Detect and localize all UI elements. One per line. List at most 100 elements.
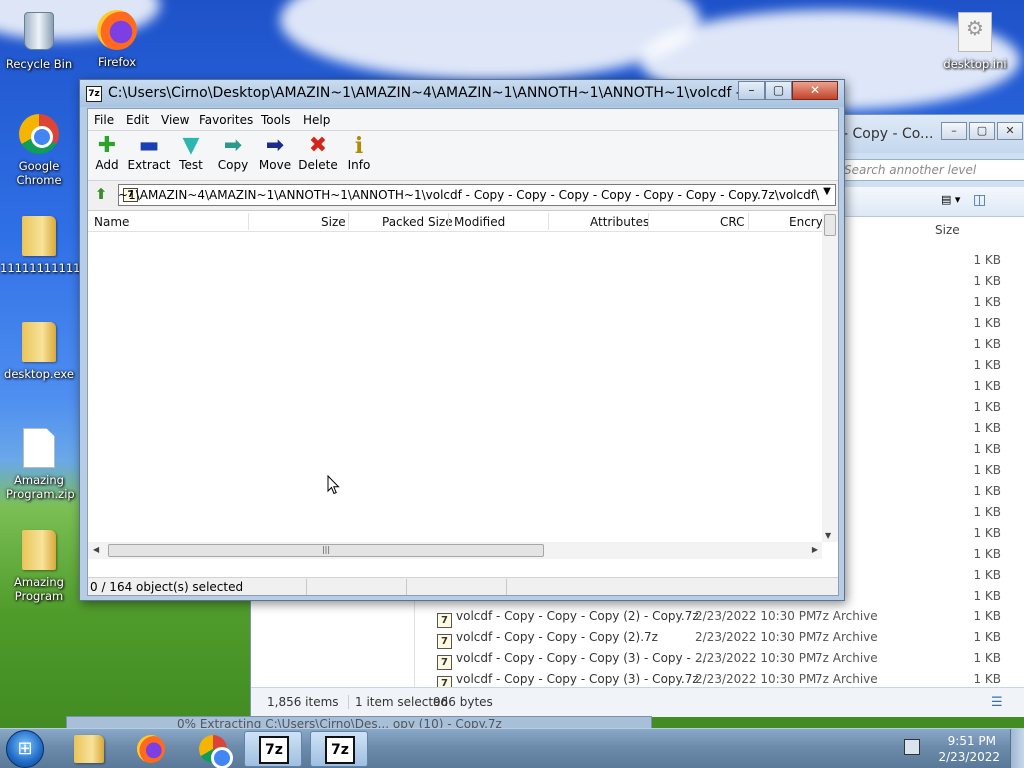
7zip-icon: 7z	[259, 736, 289, 764]
minimize-button[interactable]: –	[738, 81, 765, 100]
desktop-icon-desktop-ini[interactable]: desktop.ini	[936, 12, 1014, 71]
up-folder-icon[interactable]: ⬆	[91, 185, 111, 205]
file-name: 7 volcdf - Copy - Copy - Copy (3) - Copy …	[437, 651, 706, 670]
file-type: 7z Archive	[815, 609, 878, 623]
info-label: Info	[347, 158, 371, 172]
taskbar-firefox[interactable]	[122, 731, 180, 767]
file-name: 7 volcdf - Copy - Copy - Copy (2).7z	[437, 630, 658, 649]
column-header-crc[interactable]: CRC	[720, 215, 745, 229]
vertical-scrollbar[interactable]: ▼	[822, 211, 838, 542]
horizontal-scroll-thumb[interactable]: |||	[108, 544, 544, 557]
column-header-size[interactable]: Size	[935, 223, 960, 237]
chrome-icon	[18, 114, 60, 156]
file-size: 1 KB	[973, 442, 1001, 456]
menu-help[interactable]: Help	[303, 113, 330, 127]
scroll-left-arrow-icon[interactable]: ◀	[93, 545, 99, 554]
menubar: File Edit View Favorites Tools Help	[88, 109, 838, 131]
start-button[interactable]: ⊞	[6, 730, 44, 768]
extract-button[interactable]: ▬ Extract	[127, 134, 171, 178]
status-item-count: 1,856 items	[267, 695, 339, 709]
file-size: 1 KB	[973, 589, 1001, 603]
details-view-icon[interactable]: ☰	[991, 695, 1003, 710]
folder-icon	[18, 216, 60, 258]
7zip-app-icon[interactable]: 7z	[86, 86, 102, 102]
move-button[interactable]: ➡ Move	[253, 134, 297, 178]
menu-view[interactable]: View	[161, 113, 189, 127]
file-name-text: volcdf - Copy - Copy - Copy (3) - Copy.7…	[456, 672, 699, 686]
preview-pane-icon[interactable]: ◫	[973, 192, 986, 208]
column-header-name[interactable]: Name	[94, 215, 129, 229]
file-name-text: volcdf - Copy - Copy - Copy (2) - Copy.7…	[456, 609, 699, 623]
move-icon: ➡	[265, 133, 285, 158]
file-row[interactable]: 7 volcdf - Copy - Copy - Copy (2).7z 2/23/…	[433, 627, 1003, 649]
file-name: 7 volcdf - Copy - Copy - Copy (2) - Copy.…	[437, 609, 699, 628]
desktop-icon-desktop-exe[interactable]: desktop.exe	[0, 322, 78, 381]
desktop-icon-folder-1111[interactable]: 11111111111...	[0, 216, 92, 275]
file-row[interactable]: 7 volcdf - Copy - Copy - Copy (3) - Copy …	[433, 648, 1003, 670]
taskbar-7zip-2[interactable]: 7z	[310, 731, 368, 767]
close-button[interactable]: ✕	[792, 81, 838, 100]
column-header-modified[interactable]: Modified	[454, 215, 505, 229]
file-date: 2/23/2022 10:30 PM	[695, 672, 817, 686]
file-size: 1 KB	[973, 400, 1001, 414]
horizontal-scrollbar[interactable]: ◀ ||| ▶	[88, 542, 822, 559]
taskbar-chrome[interactable]	[184, 731, 242, 768]
desktop-icon-recycle-bin[interactable]: Recycle Bin	[0, 10, 78, 71]
chevron-down-icon[interactable]: ▼	[821, 186, 833, 197]
column-header-attributes[interactable]: Attributes	[590, 215, 649, 229]
extract-label: Extract	[127, 158, 171, 172]
taskbar-explorer[interactable]	[60, 731, 118, 767]
scroll-right-arrow-icon[interactable]: ▶	[812, 545, 818, 554]
show-desktop-button[interactable]	[1010, 729, 1024, 768]
desktop-icon-label: desktop.exe	[4, 367, 74, 381]
delete-icon: ✖	[308, 133, 328, 158]
desktop-icon-amazing-program-zip[interactable]: Amazing Program.zip	[0, 428, 78, 501]
file-list[interactable]: Name Size Packed Size Modified Attribute…	[88, 210, 838, 577]
address-bar[interactable]: 7 ZIN~1\AMAZIN~4\AMAZIN~1\ANNOTH~1\ANNOT…	[118, 184, 836, 206]
column-header-encrypted[interactable]: Encry	[789, 215, 823, 229]
copy-button[interactable]: ➡ Copy	[211, 134, 255, 178]
menu-tools[interactable]: Tools	[261, 113, 291, 127]
maximize-button[interactable]: ▢	[765, 81, 792, 100]
info-button[interactable]: i Info	[337, 134, 381, 178]
file-name-text: volcdf - Copy - Copy - Copy (3) - Copy -…	[456, 651, 707, 665]
7zip-title: C:\Users\Cirno\Desktop\AMAZIN~1\AMAZIN~4…	[108, 85, 744, 101]
scroll-down-arrow-icon[interactable]: ▼	[825, 531, 831, 540]
explorer-window-buttons: – ▢ ✕	[941, 122, 1023, 140]
7zip-window[interactable]: 7z C:\Users\Cirno\Desktop\AMAZIN~1\AMAZI…	[79, 79, 845, 601]
extract-icon: ▬	[138, 133, 160, 158]
clock-time[interactable]: 9:51 PM	[948, 734, 996, 748]
menu-edit[interactable]: Edit	[126, 113, 149, 127]
delete-button[interactable]: ✖ Delete	[296, 134, 340, 178]
desktop-icon-label: Amazing Program	[14, 575, 64, 603]
7zip-window-buttons: – ▢ ✕	[738, 81, 838, 100]
maximize-button[interactable]: ▢	[969, 122, 995, 140]
close-button[interactable]: ✕	[997, 122, 1023, 140]
add-button[interactable]: ✚ Add	[85, 134, 129, 178]
desktop-icon-amazing-program[interactable]: Amazing Program	[0, 530, 78, 603]
vertical-scroll-thumb[interactable]	[824, 214, 836, 236]
column-header-size[interactable]: Size	[321, 215, 346, 229]
explorer-icon	[74, 735, 104, 763]
clock-date[interactable]: 2/23/2022	[938, 750, 1000, 764]
column-header-packed-size[interactable]: Packed Size	[382, 215, 453, 229]
view-options-icon[interactable]: ▤ ▾	[941, 193, 960, 206]
file-size: 1 KB	[973, 609, 1001, 623]
column-headers: Name Size Packed Size Modified Attribute…	[88, 211, 823, 232]
file-size: 1 KB	[973, 337, 1001, 351]
chrome-icon	[198, 735, 233, 768]
desktop-icon-firefox[interactable]: Firefox	[78, 10, 156, 69]
menu-file[interactable]: File	[94, 113, 114, 127]
desktop-icon-chrome[interactable]: Google Chrome	[0, 114, 78, 187]
minimize-button[interactable]: –	[941, 122, 967, 140]
taskbar-7zip-1[interactable]: 7z	[244, 731, 302, 767]
toolbar: ✚ Add ▬ Extract ▼ Test ➡ Copy ➡ Move ✖ D…	[88, 131, 838, 181]
menu-favorites[interactable]: Favorites	[199, 113, 253, 127]
network-icon[interactable]	[904, 739, 920, 755]
firefox-icon	[96, 10, 138, 52]
desktop-icon-label: 11111111111...	[0, 261, 92, 275]
file-row[interactable]: 7 volcdf - Copy - Copy - Copy (2) - Copy.…	[433, 606, 1003, 628]
file-date: 2/23/2022 10:30 PM	[695, 651, 817, 665]
search-input[interactable]: Search annother level	[837, 159, 1024, 181]
test-button[interactable]: ▼ Test	[169, 134, 213, 178]
